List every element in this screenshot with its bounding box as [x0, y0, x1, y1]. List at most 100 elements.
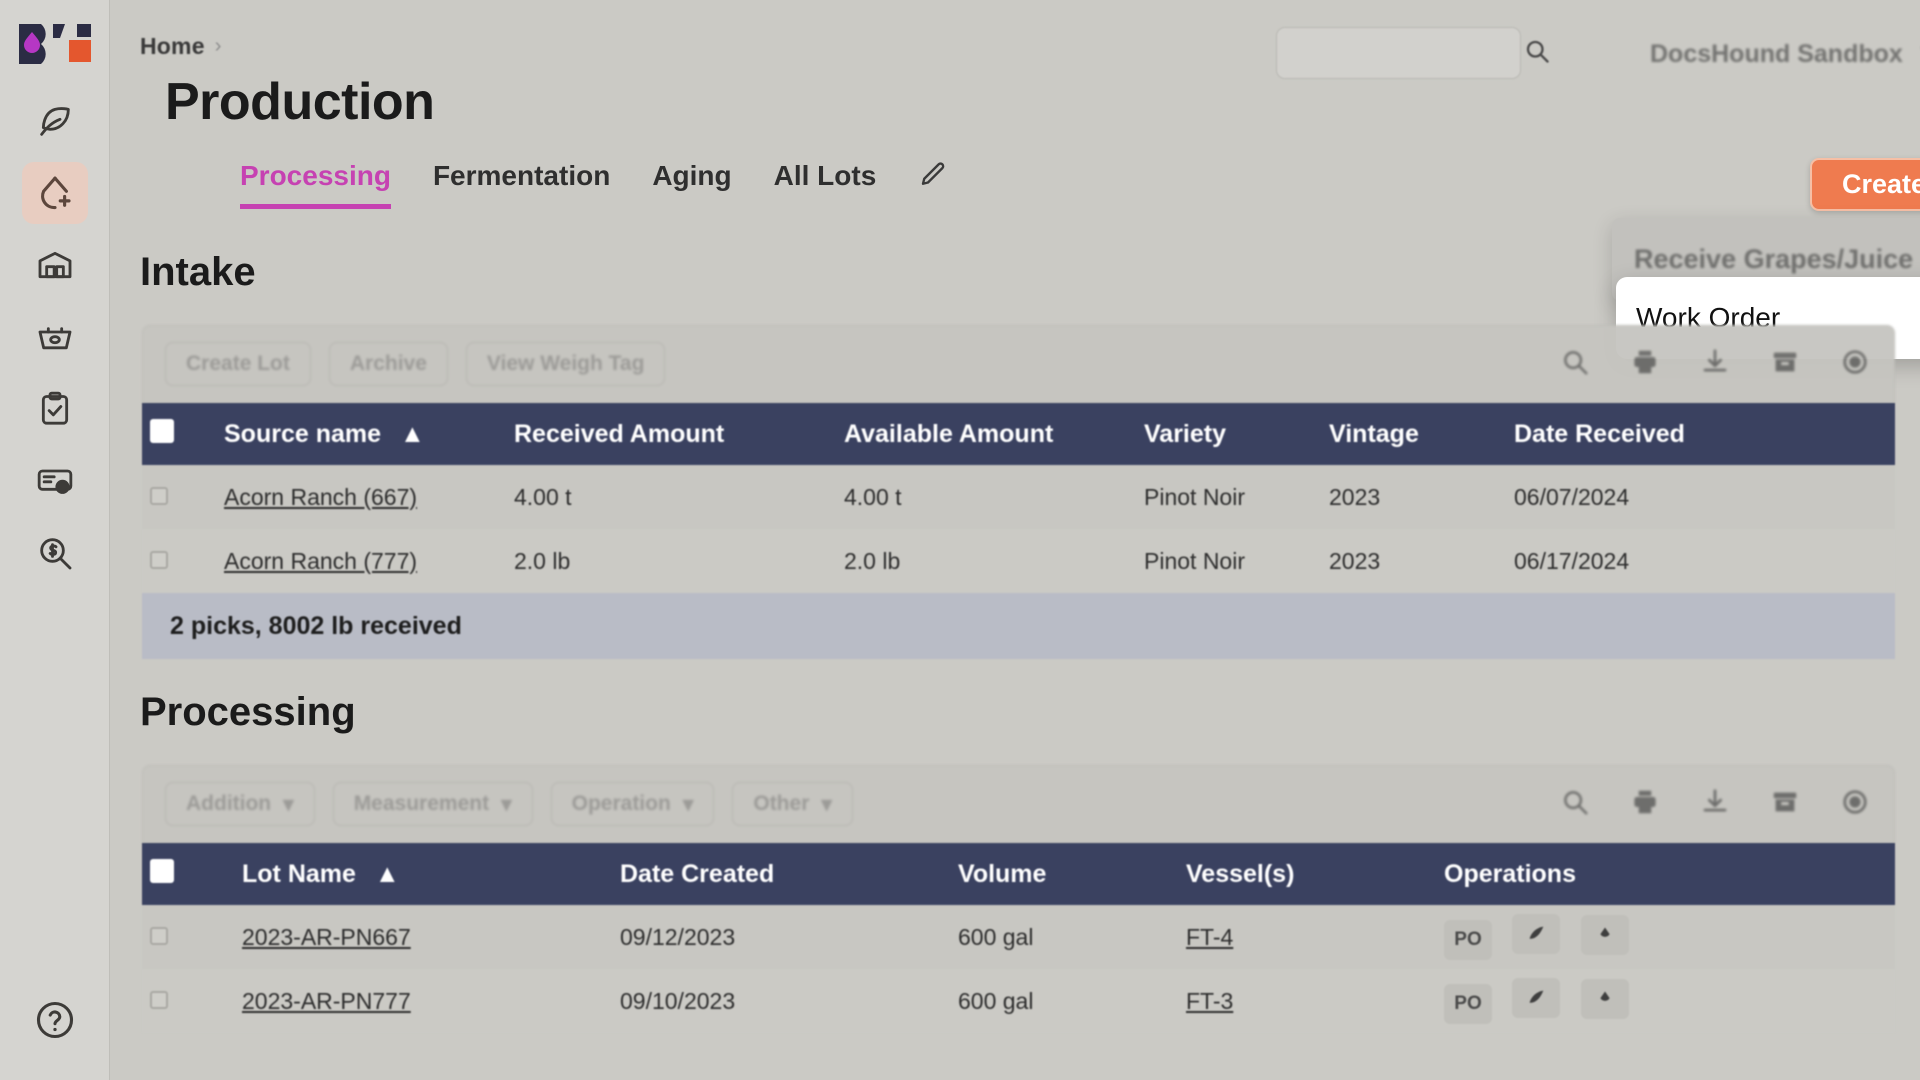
cell-date-received: 06/07/2024 [1506, 465, 1895, 529]
col-vessels[interactable]: Vessel(s) [1178, 843, 1436, 905]
cell-vessel[interactable]: FT-4 [1178, 905, 1436, 969]
sidebar-item-production[interactable] [21, 162, 88, 224]
checkbox-box[interactable] [150, 418, 174, 443]
create-button[interactable]: Create [1810, 158, 1920, 211]
lot-name-link[interactable]: 2023-AR-PN777 [242, 988, 411, 1014]
grape-icon[interactable] [1512, 978, 1561, 1018]
col-operations[interactable]: Operations [1436, 843, 1895, 905]
search-input-wrapper[interactable] [1276, 27, 1549, 79]
breadcrumb[interactable]: Home › [140, 33, 222, 60]
col-source-name[interactable]: Source name ▲ [216, 403, 506, 465]
print-icon[interactable] [1630, 347, 1660, 382]
processing-section: Processing Addition ▾ Measurement ▾ Oper… [110, 690, 1920, 1033]
checkbox-box[interactable] [150, 926, 168, 945]
sidebar-item-help[interactable] [25, 992, 85, 1052]
table-row[interactable]: Acorn Ranch (667) 4.00 t 4.00 t Pinot No… [142, 465, 1895, 529]
tab-aging[interactable]: Aging [652, 160, 731, 209]
download-icon[interactable] [1700, 347, 1730, 382]
col-lot-name[interactable]: Lot Name ▲ [234, 843, 612, 905]
main-content: Home › Production DocsHound Sandbox Proc… [110, 0, 1920, 1080]
org-selector[interactable]: DocsHound Sandbox [1650, 38, 1920, 71]
cell-date-created: 09/12/2023 [612, 905, 950, 969]
search-icon[interactable] [1560, 347, 1590, 382]
cell-lot-name[interactable]: 2023-AR-PN777 [234, 969, 612, 1033]
tab-processing[interactable]: Processing [240, 160, 391, 209]
grape-icon[interactable] [1512, 914, 1561, 954]
droplet-icon[interactable] [1580, 915, 1629, 955]
processing-title: Processing [140, 690, 356, 734]
measurement-dropdown[interactable]: Measurement ▾ [332, 782, 533, 826]
intake-section: Intake Create Lot Archive View Weigh Tag [110, 250, 1920, 659]
sidebar-item-work-orders[interactable] [22, 378, 88, 440]
sidebar-item-sales-analysis[interactable] [22, 522, 88, 584]
col-vintage[interactable]: Vintage [1321, 403, 1506, 465]
col-available-amount[interactable]: Available Amount [836, 403, 1136, 465]
col-variety[interactable]: Variety [1136, 403, 1321, 465]
table-row[interactable]: 2023-AR-PN777 09/10/2023 600 gal FT-3 PO [142, 969, 1895, 1033]
cell-volume: 600 gal [950, 905, 1178, 969]
sidebar-item-vineyard[interactable] [22, 90, 88, 152]
checkbox-box[interactable] [150, 486, 168, 505]
droplet-icon[interactable] [1580, 979, 1629, 1019]
cell-lot-name[interactable]: 2023-AR-PN667 [234, 905, 612, 969]
select-all-checkbox[interactable] [142, 843, 234, 905]
cell-volume: 600 gal [950, 969, 1178, 1033]
archive-button[interactable]: Archive [328, 342, 448, 386]
intake-table-wrapper: Source name ▲ Received Amount Available … [142, 403, 1895, 659]
table-row[interactable]: Acorn Ranch (777) 2.0 lb 2.0 lb Pinot No… [142, 529, 1895, 593]
row-checkbox[interactable] [142, 969, 234, 1033]
source-name-link[interactable]: Acorn Ranch (667) [224, 484, 417, 510]
col-date-received[interactable]: Date Received [1506, 403, 1895, 465]
cell-operations: PO [1436, 905, 1895, 969]
cell-date-created: 09/10/2023 [612, 969, 950, 1033]
vessel-link[interactable]: FT-3 [1186, 988, 1233, 1014]
sidebar-item-warehouse[interactable] [22, 234, 88, 296]
print-icon[interactable] [1630, 787, 1660, 822]
processing-table: Lot Name ▲ Date Created Volume Vessel(s)… [142, 843, 1895, 1033]
col-volume[interactable]: Volume [950, 843, 1178, 905]
cell-available-amount: 2.0 lb [836, 529, 1136, 593]
col-received-amount[interactable]: Received Amount [506, 403, 836, 465]
archive-icon[interactable] [1770, 347, 1800, 382]
other-dropdown[interactable]: Other ▾ [732, 782, 853, 826]
tab-fermentation[interactable]: Fermentation [433, 160, 610, 209]
row-checkbox[interactable] [142, 465, 216, 529]
select-all-checkbox[interactable] [142, 403, 216, 465]
cell-source-name[interactable]: Acorn Ranch (777) [216, 529, 506, 593]
po-badge[interactable]: PO [1444, 920, 1492, 960]
archive-icon[interactable] [1770, 787, 1800, 822]
lot-name-link[interactable]: 2023-AR-PN667 [242, 924, 411, 950]
search-input[interactable] [1291, 42, 1523, 64]
cell-source-name[interactable]: Acorn Ranch (667) [216, 465, 506, 529]
app-logo[interactable] [17, 18, 93, 70]
sidebar-item-labels[interactable] [22, 450, 88, 512]
breadcrumb-home[interactable]: Home [140, 33, 205, 60]
create-lot-button[interactable]: Create Lot [165, 342, 311, 386]
sidebar [0, 0, 110, 1080]
po-badge[interactable]: PO [1444, 984, 1492, 1024]
col-date-created[interactable]: Date Created [612, 843, 950, 905]
table-row[interactable]: 2023-AR-PN667 09/12/2023 600 gal FT-4 PO [142, 905, 1895, 969]
view-weigh-tag-button[interactable]: View Weigh Tag [465, 342, 666, 386]
checkbox-box[interactable] [150, 990, 168, 1009]
download-icon[interactable] [1700, 787, 1730, 822]
row-checkbox[interactable] [142, 905, 234, 969]
processing-toolbar-icons [1560, 787, 1870, 822]
search-icon[interactable] [1523, 37, 1551, 70]
vessel-link[interactable]: FT-4 [1186, 924, 1233, 950]
cell-operations: PO [1436, 969, 1895, 1033]
checkbox-box[interactable] [150, 858, 174, 883]
pencil-icon[interactable] [918, 160, 948, 209]
tab-all-lots[interactable]: All Lots [774, 160, 877, 209]
sidebar-item-inventory[interactable] [22, 306, 88, 368]
checkbox-box[interactable] [150, 550, 168, 569]
source-name-link[interactable]: Acorn Ranch (777) [224, 548, 417, 574]
addition-label: Addition [186, 792, 272, 815]
addition-dropdown[interactable]: Addition ▾ [165, 782, 315, 826]
settings-icon[interactable] [1840, 347, 1870, 382]
cell-vessel[interactable]: FT-3 [1178, 969, 1436, 1033]
search-icon[interactable] [1560, 787, 1590, 822]
settings-icon[interactable] [1840, 787, 1870, 822]
row-checkbox[interactable] [142, 529, 216, 593]
operation-dropdown[interactable]: Operation ▾ [550, 782, 715, 826]
